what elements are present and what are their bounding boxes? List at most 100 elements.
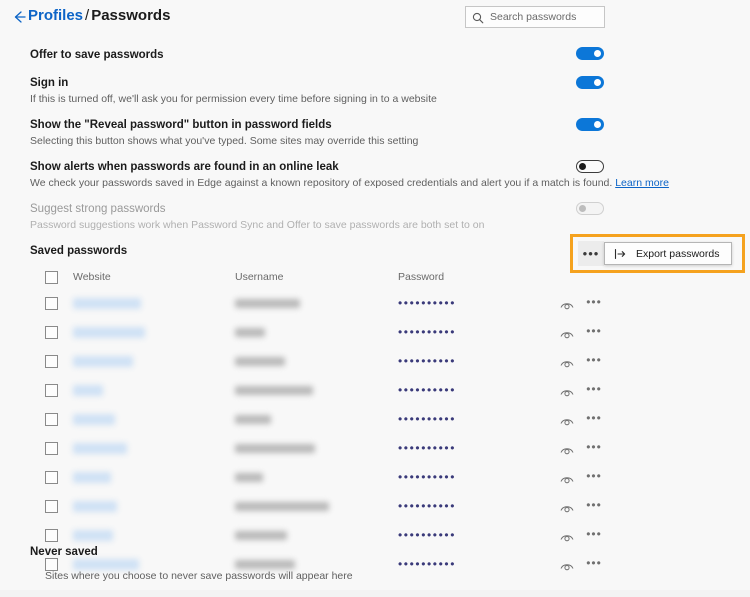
username-value-redacted xyxy=(235,531,287,540)
row-select-checkbox[interactable] xyxy=(45,384,58,397)
website-value-redacted xyxy=(73,443,127,454)
password-masked-value: •••••••••• xyxy=(398,325,457,339)
ellipsis-horizontal-icon: ••• xyxy=(582,245,600,261)
username-value-redacted xyxy=(235,299,300,308)
breadcrumb-separator: / xyxy=(85,7,90,24)
reveal-password-eye-icon[interactable] xyxy=(560,327,574,339)
setting-title: Show the "Reveal password" button in pas… xyxy=(30,119,332,131)
saved-passwords-title: Saved passwords xyxy=(30,245,128,257)
table-row[interactable]: •••••••••• ••• xyxy=(0,464,750,493)
username-value-redacted xyxy=(235,502,329,511)
row-more-options-icon[interactable]: ••• xyxy=(586,325,602,337)
reveal-password-eye-icon[interactable] xyxy=(560,298,574,310)
table-row[interactable]: •••••••••• ••• xyxy=(0,290,750,319)
toggle-offer-to-save-passwords[interactable] xyxy=(576,47,604,60)
reveal-password-eye-icon[interactable] xyxy=(560,443,574,455)
row-select-checkbox[interactable] xyxy=(45,355,58,368)
row-more-options-icon[interactable]: ••• xyxy=(586,528,602,540)
row-more-options-icon[interactable]: ••• xyxy=(586,470,602,482)
toggle-knob xyxy=(579,163,586,170)
website-value-redacted xyxy=(73,472,111,483)
table-row[interactable]: •••••••••• ••• xyxy=(0,348,750,377)
username-value-redacted xyxy=(235,560,295,569)
toggle-online-leak-alerts[interactable] xyxy=(576,160,604,173)
search-input[interactable] xyxy=(490,11,600,23)
table-row[interactable]: •••••••••• ••• xyxy=(0,377,750,406)
row-more-options-icon[interactable]: ••• xyxy=(586,557,602,569)
password-masked-value: •••••••••• xyxy=(398,383,457,397)
export-passwords-label: Export passwords xyxy=(636,247,720,260)
row-more-options-icon[interactable]: ••• xyxy=(586,499,602,511)
toggle-sign-in[interactable] xyxy=(576,76,604,89)
password-masked-value: •••••••••• xyxy=(398,557,457,571)
row-select-checkbox[interactable] xyxy=(45,500,58,513)
setting-title: Offer to save passwords xyxy=(30,49,164,61)
saved-passwords-more-button[interactable]: ••• xyxy=(578,241,604,266)
toggle-knob xyxy=(594,121,601,128)
search-box[interactable] xyxy=(465,6,605,28)
toggle-knob xyxy=(594,50,601,57)
reveal-password-eye-icon[interactable] xyxy=(560,414,574,426)
row-select-checkbox[interactable] xyxy=(45,471,58,484)
row-select-checkbox[interactable] xyxy=(45,413,58,426)
table-row[interactable]: •••••••••• ••• xyxy=(0,522,750,551)
reveal-password-eye-icon[interactable] xyxy=(560,530,574,542)
row-more-options-icon[interactable]: ••• xyxy=(586,383,602,395)
username-value-redacted xyxy=(235,386,313,395)
password-masked-value: •••••••••• xyxy=(398,470,457,484)
row-more-options-icon[interactable]: ••• xyxy=(586,354,602,366)
table-row[interactable]: •••••••••• ••• xyxy=(0,493,750,522)
website-value-redacted xyxy=(73,327,145,338)
setting-online-leak-alerts: Show alerts when passwords are found in … xyxy=(30,160,669,190)
setting-title: Show alerts when passwords are found in … xyxy=(30,161,339,173)
table-header-row: Website Username Password xyxy=(0,268,750,290)
row-select-checkbox[interactable] xyxy=(45,529,58,542)
table-row[interactable]: •••••••••• ••• xyxy=(0,406,750,435)
row-select-checkbox[interactable] xyxy=(45,442,58,455)
setting-title: Suggest strong passwords xyxy=(30,203,166,215)
password-masked-value: •••••••••• xyxy=(398,412,457,426)
password-masked-value: •••••••••• xyxy=(398,528,457,542)
breadcrumb-current: Passwords xyxy=(91,7,171,24)
username-value-redacted xyxy=(235,473,263,482)
export-icon xyxy=(613,247,627,261)
row-more-options-icon[interactable]: ••• xyxy=(586,412,602,424)
website-value-redacted xyxy=(73,298,141,309)
password-masked-value: •••••••••• xyxy=(398,296,457,310)
learn-more-link[interactable]: Learn more xyxy=(615,177,669,189)
never-saved-description: Sites where you choose to never save pas… xyxy=(45,570,353,582)
row-select-checkbox[interactable] xyxy=(45,326,58,339)
page-header: Profiles / Passwords xyxy=(0,0,750,34)
toggle-suggest-strong-passwords xyxy=(576,202,604,215)
setting-description: We check your passwords saved in Edge ag… xyxy=(30,176,669,190)
table-row[interactable]: •••••••••• ••• xyxy=(0,435,750,464)
row-more-options-icon[interactable]: ••• xyxy=(586,441,602,453)
row-select-checkbox[interactable] xyxy=(45,297,58,310)
breadcrumb-parent-link[interactable]: Profiles xyxy=(28,7,83,24)
reveal-password-eye-icon[interactable] xyxy=(560,356,574,368)
website-value-redacted xyxy=(73,559,139,570)
saved-passwords-table: Website Username Password •••••••••• ••• •… xyxy=(0,268,750,580)
setting-offer-to-save-passwords: Offer to save passwords xyxy=(30,48,164,62)
website-value-redacted xyxy=(73,356,133,367)
back-arrow-icon[interactable] xyxy=(10,8,28,26)
setting-suggest-strong-passwords: Suggest strong passwords Password sugges… xyxy=(30,202,484,232)
bottom-strip xyxy=(0,590,750,597)
setting-description: Password suggestions work when Password … xyxy=(30,219,485,231)
table-row[interactable]: •••••••••• ••• xyxy=(0,319,750,348)
reveal-password-eye-icon[interactable] xyxy=(560,472,574,484)
setting-sign-in: Sign in If this is turned off, we'll ask… xyxy=(30,76,437,106)
breadcrumb: Profiles / Passwords xyxy=(28,7,170,24)
column-header-website: Website xyxy=(73,271,111,283)
reveal-password-eye-icon[interactable] xyxy=(560,501,574,513)
column-header-username: Username xyxy=(235,271,284,283)
export-passwords-menu-item[interactable]: Export passwords xyxy=(604,242,732,265)
reveal-password-eye-icon[interactable] xyxy=(560,385,574,397)
column-header-password: Password xyxy=(398,271,445,283)
select-all-checkbox[interactable] xyxy=(45,271,58,284)
row-more-options-icon[interactable]: ••• xyxy=(586,296,602,308)
reveal-password-eye-icon[interactable] xyxy=(560,559,574,571)
setting-description-text: We check your passwords saved in Edge ag… xyxy=(30,177,613,189)
setting-reveal-password-button: Show the "Reveal password" button in pas… xyxy=(30,118,418,148)
toggle-reveal-password-button[interactable] xyxy=(576,118,604,131)
